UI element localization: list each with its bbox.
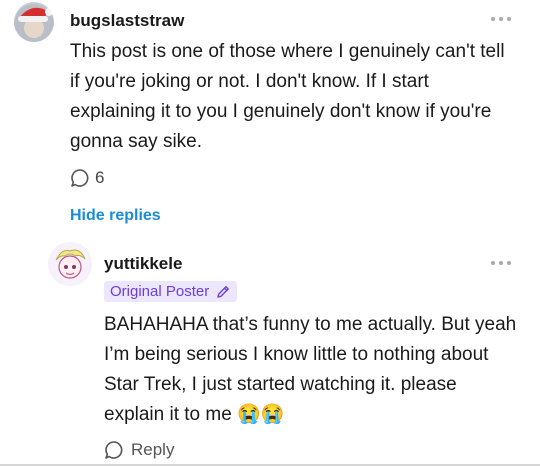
commenter-avatar[interactable] xyxy=(14,2,54,42)
comment-body: This post is one of those where I genuin… xyxy=(70,41,505,152)
reply-more-options-button[interactable] xyxy=(491,261,511,265)
pencil-icon xyxy=(217,285,230,298)
more-dots-icon xyxy=(491,17,495,21)
badge-label: Original Poster xyxy=(110,283,210,300)
reply-count-label: 6 xyxy=(95,168,105,187)
santa-hat-icon xyxy=(14,4,54,42)
original-poster-badge: Original Poster xyxy=(104,281,238,302)
comment-reply-count[interactable]: 6 xyxy=(70,168,104,188)
more-dots-icon xyxy=(491,261,495,265)
reply-avatar[interactable] xyxy=(48,242,92,286)
hide-replies-link[interactable]: Hide replies xyxy=(70,207,161,225)
speech-bubble-icon xyxy=(105,441,123,459)
avatar-illustration xyxy=(48,242,92,286)
commenter-username[interactable]: bugslaststraw xyxy=(70,11,184,31)
reply-username[interactable]: yuttikkele xyxy=(104,254,182,274)
reply-button[interactable]: Reply xyxy=(104,440,174,460)
reply-body: BAHAHAHA that’s funny to me actually. Bu… xyxy=(104,314,517,425)
speech-bubble-icon xyxy=(71,169,89,187)
reply-button-label: Reply xyxy=(131,440,175,459)
more-options-button[interactable] xyxy=(491,17,511,21)
